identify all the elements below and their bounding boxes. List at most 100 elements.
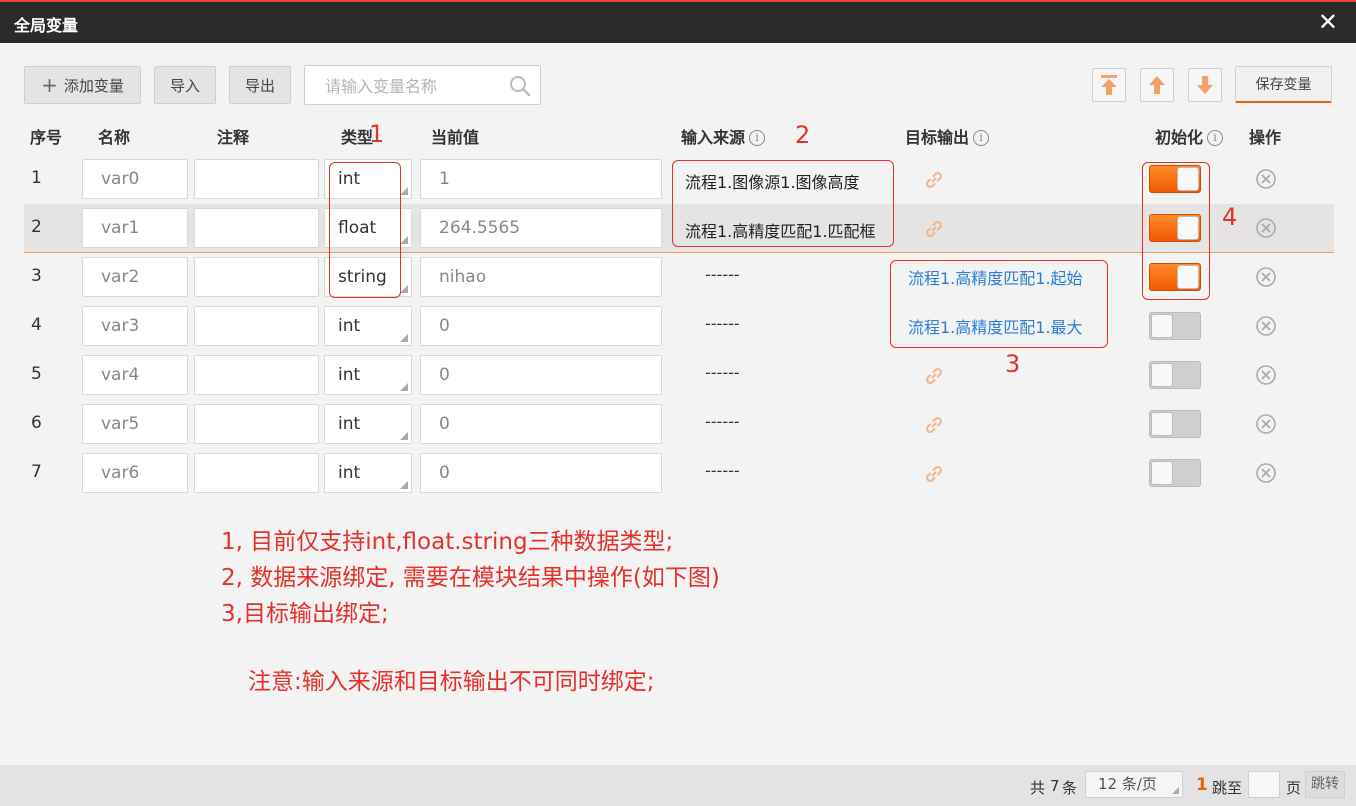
dropdown-corner-icon <box>1172 787 1179 794</box>
title-bar: 全局变量 ✕ <box>0 0 1356 43</box>
add-variable-button[interactable]: + 添加变量 <box>24 66 141 104</box>
annotation-note-1: 1, 目前仅支持int,float.string三种数据类型; <box>221 529 674 555</box>
info-icon[interactable]: i <box>749 130 766 146</box>
value-field[interactable]: 0 <box>420 453 662 493</box>
source-empty: ------ <box>705 412 740 431</box>
init-toggle[interactable] <box>1149 312 1201 340</box>
name-field[interactable]: var2 <box>82 257 188 297</box>
toggle-knob <box>1151 363 1173 387</box>
delete-icon[interactable] <box>1255 462 1277 484</box>
delete-icon[interactable] <box>1255 217 1277 239</box>
delete-icon[interactable] <box>1255 315 1277 337</box>
row-index: 1 <box>31 168 42 188</box>
column-header-target-label: 目标输出 <box>905 128 970 147</box>
init-toggle[interactable] <box>1149 361 1201 389</box>
annotation-marker-3: 3 <box>1005 350 1021 378</box>
comment-field[interactable] <box>194 208 319 248</box>
column-header-name: 名称 <box>98 128 131 147</box>
total-suffix: 条 <box>1062 779 1078 797</box>
type-value: int <box>338 316 361 336</box>
comment-field[interactable] <box>194 306 319 346</box>
table-row[interactable]: 4 var3 int 0 ------ 流程1.高精度匹配1.最大 <box>24 302 1334 351</box>
current-page[interactable]: 1 <box>1196 775 1208 795</box>
jump-page-input[interactable] <box>1248 771 1280 798</box>
column-header-ops: 操作 <box>1249 128 1282 147</box>
move-to-top-button[interactable] <box>1092 68 1126 102</box>
comment-field[interactable] <box>194 257 319 297</box>
import-button[interactable]: 导入 <box>154 66 216 104</box>
search-icon[interactable] <box>508 74 532 98</box>
table-row[interactable]: 3 var2 string nihao ------ 流程1.高精度匹配1.起始 <box>24 253 1334 302</box>
link-icon[interactable] <box>924 464 944 484</box>
column-header-comment: 注释 <box>217 128 250 147</box>
annotation-box-init <box>1142 162 1210 300</box>
save-variables-button[interactable]: 保存变量 <box>1235 66 1332 103</box>
comment-field[interactable] <box>194 404 319 444</box>
delete-icon[interactable] <box>1255 413 1277 435</box>
table-row[interactable]: 6 var5 int 0 ------ <box>24 400 1334 449</box>
info-icon[interactable]: i <box>1207 130 1224 146</box>
comment-field[interactable] <box>194 355 319 395</box>
move-up-button[interactable] <box>1140 68 1174 102</box>
value-field[interactable]: 1 <box>420 159 662 199</box>
row-index: 4 <box>31 315 42 335</box>
value-field[interactable]: 264.5565 <box>420 208 662 248</box>
type-select[interactable]: int <box>324 404 412 444</box>
move-to-top-icon <box>1101 75 1117 95</box>
annotation-box-source <box>672 160 894 247</box>
type-select[interactable]: int <box>324 453 412 493</box>
delete-icon[interactable] <box>1255 168 1277 190</box>
value-field[interactable]: nihao <box>420 257 662 297</box>
toggle-knob <box>1151 412 1173 436</box>
comment-field[interactable] <box>194 159 319 199</box>
annotation-box-type <box>329 162 401 298</box>
annotation-note-4: 注意:输入来源和目标输出不可同时绑定; <box>248 669 655 695</box>
init-toggle[interactable] <box>1149 410 1201 438</box>
dropdown-corner-icon <box>400 285 408 293</box>
move-up-icon <box>1149 76 1165 94</box>
name-field[interactable]: var5 <box>82 404 188 444</box>
value-field[interactable]: 0 <box>420 404 662 444</box>
value-field[interactable]: 0 <box>420 355 662 395</box>
comment-field[interactable] <box>194 453 319 493</box>
type-select[interactable]: int <box>324 306 412 346</box>
dropdown-corner-icon <box>400 481 408 489</box>
type-value: int <box>338 463 361 483</box>
table-row[interactable]: 5 var4 int 0 ------ <box>24 351 1334 400</box>
dropdown-corner-icon <box>400 383 408 391</box>
table-row[interactable]: 7 var6 int 0 ------ <box>24 449 1334 498</box>
jump-label: 跳至 <box>1212 779 1243 797</box>
annotation-marker-2: 2 <box>795 121 811 149</box>
dropdown-corner-icon <box>400 236 408 244</box>
dropdown-corner-icon <box>400 432 408 440</box>
link-icon[interactable] <box>924 415 944 435</box>
close-icon[interactable]: ✕ <box>1318 8 1338 36</box>
type-value: int <box>338 414 361 434</box>
jump-button[interactable]: 跳转 <box>1305 771 1345 798</box>
page-size-select[interactable]: 12 条/页 <box>1085 771 1183 798</box>
value-field[interactable]: 0 <box>420 306 662 346</box>
name-field[interactable]: var1 <box>82 208 188 248</box>
annotation-box-target <box>890 260 1108 348</box>
export-button[interactable]: 导出 <box>229 66 291 104</box>
row-index: 7 <box>31 462 42 482</box>
name-field[interactable]: var0 <box>82 159 188 199</box>
source-empty: ------ <box>705 363 740 382</box>
source-empty: ------ <box>705 314 740 333</box>
type-select[interactable]: int <box>324 355 412 395</box>
move-down-button[interactable] <box>1188 68 1222 102</box>
column-header-index: 序号 <box>30 128 63 147</box>
link-icon[interactable] <box>924 170 944 190</box>
link-icon[interactable] <box>924 219 944 239</box>
info-icon[interactable]: i <box>973 130 990 146</box>
search-input[interactable] <box>323 74 507 98</box>
link-icon[interactable] <box>924 366 944 386</box>
delete-icon[interactable] <box>1255 266 1277 288</box>
name-field[interactable]: var3 <box>82 306 188 346</box>
plus-icon: + <box>41 73 58 97</box>
init-toggle[interactable] <box>1149 459 1201 487</box>
delete-icon[interactable] <box>1255 364 1277 386</box>
name-field[interactable]: var4 <box>82 355 188 395</box>
total-prefix: 共 <box>1030 779 1046 797</box>
name-field[interactable]: var6 <box>82 453 188 493</box>
